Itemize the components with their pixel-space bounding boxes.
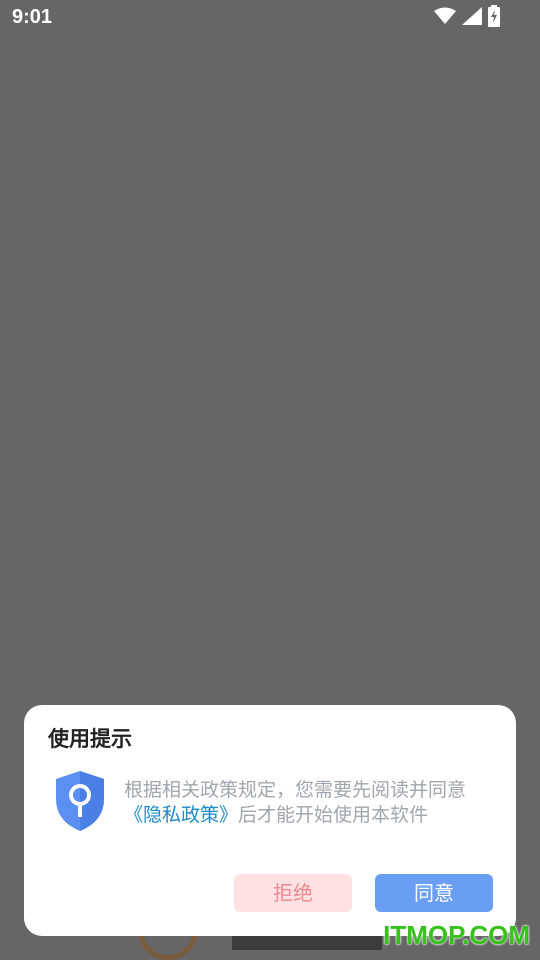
dialog-message: 根据相关政策规定，您需要先阅读并同意《隐私政策》后才能开始使用本软件 bbox=[124, 778, 494, 828]
wifi-icon bbox=[434, 7, 456, 29]
status-time: 9:01 bbox=[12, 6, 53, 28]
privacy-policy-link[interactable]: 《隐私政策》 bbox=[124, 804, 238, 826]
status-icons bbox=[434, 5, 500, 31]
battery-charging-icon bbox=[488, 5, 500, 31]
privacy-dialog: 使用提示 根据相关政策规定，您需要先阅读并同意《隐私政策》后才能开始使用本软件 … bbox=[24, 705, 516, 936]
message-text: 根据相关政策规定，您需要先阅读并同意 bbox=[124, 779, 467, 801]
agree-button[interactable]: 同意 bbox=[375, 874, 493, 912]
watermark-text: ITMOP.COM bbox=[383, 920, 530, 950]
signal-icon bbox=[462, 7, 482, 29]
dialog-title: 使用提示 bbox=[48, 727, 132, 751]
message-text-tail: 后才能开始使用本软件 bbox=[238, 804, 429, 826]
shield-lock-icon bbox=[52, 769, 108, 833]
reject-button[interactable]: 拒绝 bbox=[234, 874, 352, 912]
status-bar: 9:01 bbox=[0, 0, 540, 36]
